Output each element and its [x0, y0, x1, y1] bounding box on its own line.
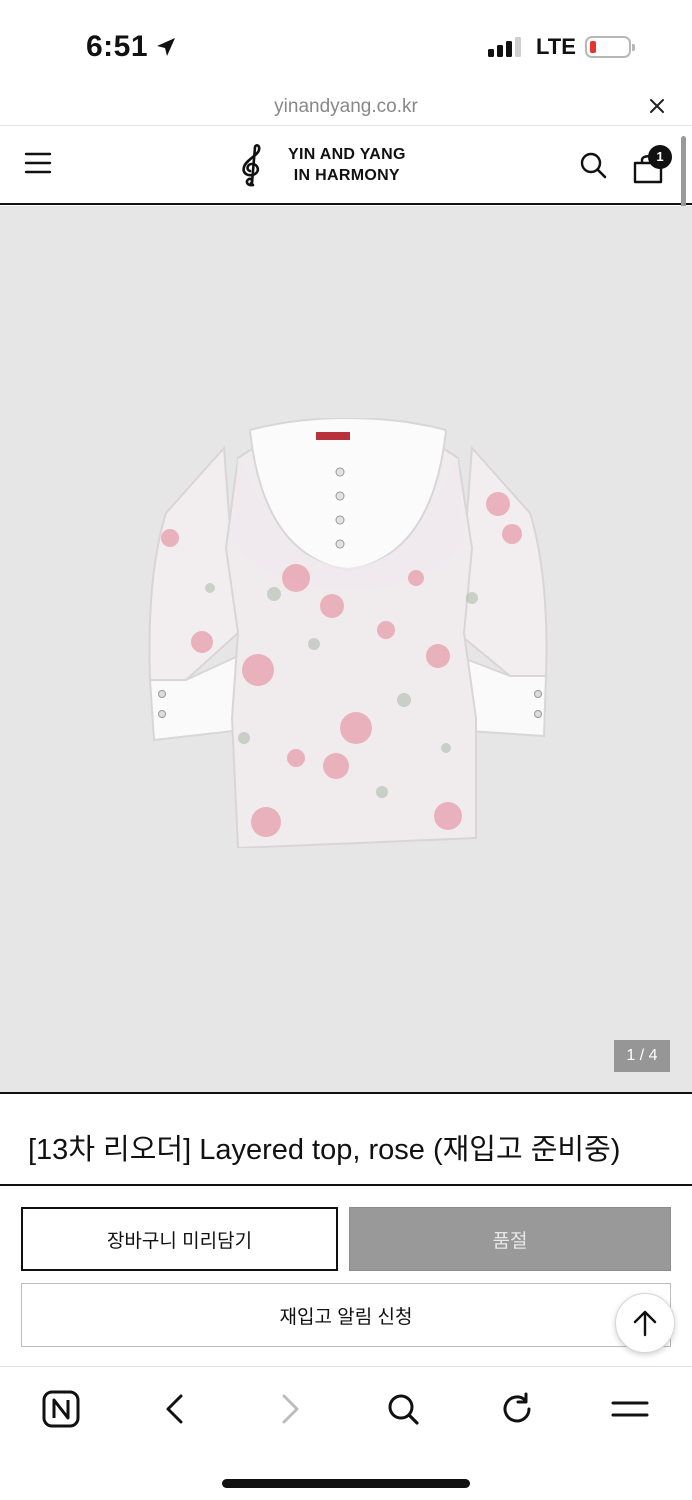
back-button[interactable] — [155, 1389, 195, 1429]
product-title: [13차 리오더] Layered top, rose (재입고 준비중) — [28, 1134, 621, 1166]
image-counter: 1 / 4 — [614, 1040, 670, 1072]
cart-count-badge: 1 — [648, 145, 672, 169]
status-time: 6:51 — [86, 30, 178, 64]
forward-button[interactable] — [270, 1389, 310, 1429]
signal-icon — [488, 37, 521, 57]
treble-clef-logo-icon — [242, 144, 261, 187]
reload-icon — [503, 1392, 531, 1423]
status-bar: 6:51 LTE — [0, 0, 692, 92]
close-icon[interactable] — [646, 95, 668, 117]
site-logo[interactable]: YIN AND YANG IN HARMONY — [236, 143, 406, 187]
location-arrow-icon — [157, 38, 176, 56]
scroll-to-top-button[interactable] — [615, 1293, 675, 1353]
browser-search-button[interactable] — [383, 1389, 423, 1429]
back-icon — [166, 1394, 183, 1424]
naver-home-button[interactable] — [41, 1389, 81, 1429]
naver-home-icon — [42, 1390, 80, 1428]
reload-button[interactable] — [497, 1389, 537, 1429]
arrow-up-icon — [633, 1310, 657, 1337]
product-image — [148, 418, 548, 848]
home-indicator[interactable] — [222, 1479, 470, 1488]
search-icon — [388, 1394, 419, 1425]
cart-button[interactable]: 1 — [632, 145, 674, 185]
sold-out-button[interactable]: 품절 — [349, 1207, 671, 1271]
product-gallery[interactable]: 1 / 4 — [0, 206, 692, 1094]
battery-low-icon — [585, 36, 635, 58]
time-text: 6:51 — [86, 30, 149, 63]
network-type: LTE — [536, 34, 576, 59]
logo-line-1: YIN AND YANG — [288, 146, 406, 163]
browser-menu-button[interactable] — [610, 1389, 650, 1429]
site-header: YIN AND YANG IN HARMONY 1 — [0, 127, 692, 205]
product-title-row: [13차 리오더] Layered top, rose (재입고 준비중) — [0, 1094, 692, 1186]
url-text[interactable]: yinandyang.co.kr — [0, 96, 692, 118]
search-icon[interactable] — [579, 151, 607, 179]
logo-line-2: IN HARMONY — [293, 167, 400, 184]
forward-icon — [282, 1394, 299, 1424]
logo-text: YIN AND YANG IN HARMONY — [288, 144, 406, 186]
menu-icon — [611, 1401, 649, 1417]
menu-icon[interactable] — [24, 151, 52, 175]
browser-url-bar[interactable]: yinandyang.co.kr — [0, 92, 692, 126]
cart-preview-button[interactable]: 장바구니 미리담기 — [21, 1207, 338, 1271]
restock-alert-button[interactable]: 재입고 알림 신청 — [21, 1283, 671, 1347]
